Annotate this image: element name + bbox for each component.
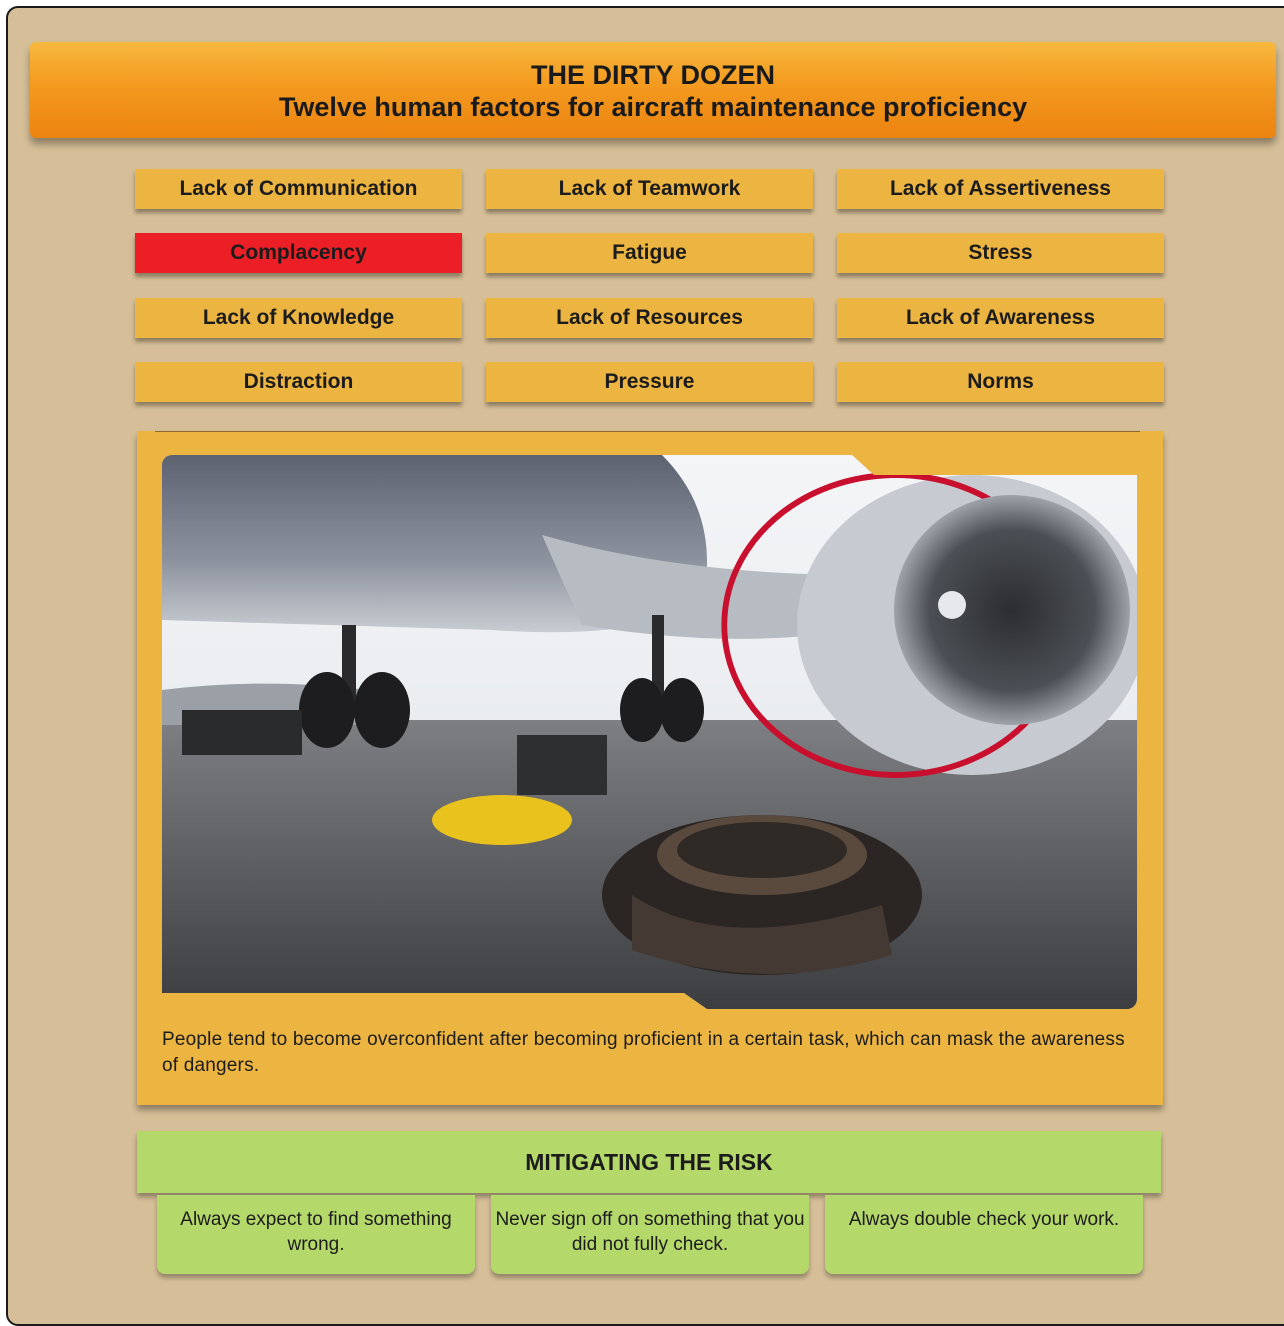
panel-divider: [155, 431, 1140, 432]
factor-norms[interactable]: Norms: [837, 362, 1164, 402]
mitigation-tip: Always expect to find something wrong.: [157, 1195, 475, 1274]
page-subtitle: Twelve human factors for aircraft mainte…: [278, 92, 1028, 122]
mitigation-tip: Always double check your work.: [825, 1195, 1143, 1274]
factor-lack-of-knowledge[interactable]: Lack of Knowledge: [135, 298, 462, 338]
mitigation-title: MITIGATING THE RISK: [137, 1131, 1161, 1193]
factor-lack-of-awareness[interactable]: Lack of Awareness: [837, 298, 1164, 338]
factor-pressure[interactable]: Pressure: [486, 362, 813, 402]
factor-detail-panel: People tend to become overconfident afte…: [137, 431, 1163, 1105]
aircraft-tire-photo: [162, 455, 1137, 1009]
page-title: THE DIRTY DOZEN: [530, 60, 775, 90]
factor-lack-of-teamwork[interactable]: Lack of Teamwork: [486, 169, 813, 209]
factor-distraction[interactable]: Distraction: [135, 362, 462, 402]
factor-lack-of-assertiveness[interactable]: Lack of Assertiveness: [837, 169, 1164, 209]
title-banner: THE DIRTY DOZEN Twelve human factors for…: [30, 42, 1276, 138]
factor-stress[interactable]: Stress: [837, 233, 1164, 273]
photo-illustration: [162, 455, 1137, 1009]
factor-lack-of-resources[interactable]: Lack of Resources: [486, 298, 813, 338]
factor-lack-of-communication[interactable]: Lack of Communication: [135, 169, 462, 209]
factor-fatigue[interactable]: Fatigue: [486, 233, 813, 273]
factor-description: People tend to become overconfident afte…: [162, 1029, 1125, 1076]
factor-complacency[interactable]: Complacency: [135, 233, 462, 273]
mitigation-tip: Never sign off on something that you did…: [491, 1195, 809, 1274]
